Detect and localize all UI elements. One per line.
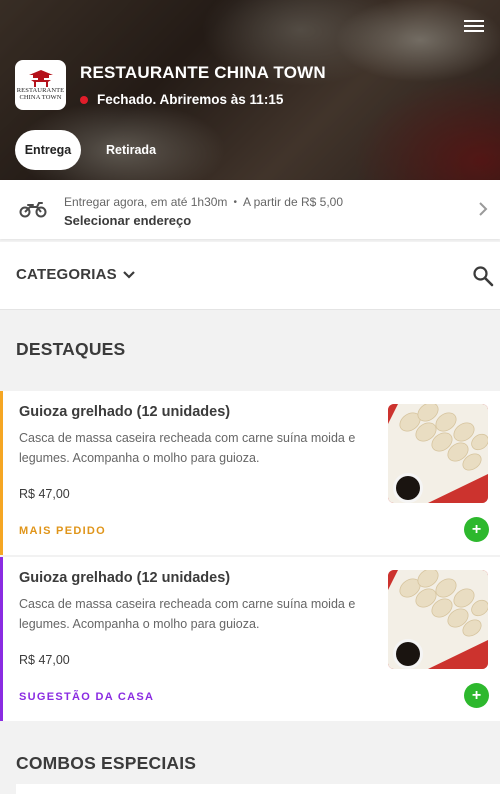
select-address-link[interactable]: Selecionar endereço [64,213,191,228]
product-image [388,404,488,503]
product-price: R$ 47,00 [19,487,70,501]
hamburger-menu-icon[interactable] [464,18,484,34]
restaurant-name: RESTAURANTE CHINA TOWN [80,63,326,82]
tab-entrega[interactable]: Entrega [15,130,81,170]
product-image [388,570,488,669]
add-to-cart-button[interactable]: + [464,683,489,708]
delivery-info: Entregar agora, em até 1h30m • A partir … [64,195,343,209]
product-description: Casca de massa caseira recheada com carn… [19,431,356,465]
chevron-right-icon[interactable] [478,202,488,216]
motorcycle-icon [19,202,47,218]
product-description: Casca de massa caseira recheada com carn… [19,597,356,631]
pagoda-logo-icon [28,70,53,87]
opening-status-text: Fechado. Abriremos às 11:15 [97,92,284,107]
categories-dropdown[interactable]: CATEGORIAS [16,266,136,283]
categories-label: CATEGORIAS [16,266,117,283]
delivery-separator: • [233,196,237,208]
product-card[interactable]: Guioza grelhado (12 unidades) Casca de m… [0,391,500,555]
tab-retirada[interactable]: Retirada [96,130,166,170]
product-price: R$ 47,00 [19,653,70,667]
delivery-minimum: A partir de R$ 5,00 [242,195,344,209]
plus-icon: + [471,686,482,704]
delivery-address-bar[interactable]: Entregar agora, em até 1h30m • A partir … [0,180,500,239]
product-tag: MAIS PEDIDO [19,525,107,537]
order-mode-tabs: Entrega Retirada [15,130,166,170]
categories-bar: CATEGORIAS [0,242,500,310]
search-icon[interactable] [472,265,494,287]
closed-status-dot-icon [80,96,88,104]
section-title-combos: COMBOS ESPECIAIS [16,753,197,773]
logo-text-line1: RESTAURANTE [16,87,65,94]
product-tag: SUGESTÃO DA CASA [19,691,155,703]
combo-card-partial [16,784,500,794]
restaurant-header: RESTAURANTE CHINA TOWN RESTAURANTE CHINA… [0,0,500,180]
add-to-cart-button[interactable]: + [464,517,489,542]
chevron-down-icon [123,270,135,279]
restaurant-logo: RESTAURANTE CHINA TOWN [15,60,66,110]
delivery-time: Entregar agora, em até 1h30m [64,195,228,209]
logo-text-line2: CHINA TOWN [19,94,62,101]
section-title-highlights: DESTAQUES [16,339,126,359]
card-accent-bar [0,557,3,721]
product-card[interactable]: Guioza grelhado (12 unidades) Casca de m… [0,557,500,721]
product-title: Guioza grelhado (12 unidades) [19,404,231,420]
card-accent-bar [0,391,3,555]
product-title: Guioza grelhado (12 unidades) [19,570,231,586]
opening-status: Fechado. Abriremos às 11:15 [80,92,283,107]
plus-icon: + [471,520,482,538]
